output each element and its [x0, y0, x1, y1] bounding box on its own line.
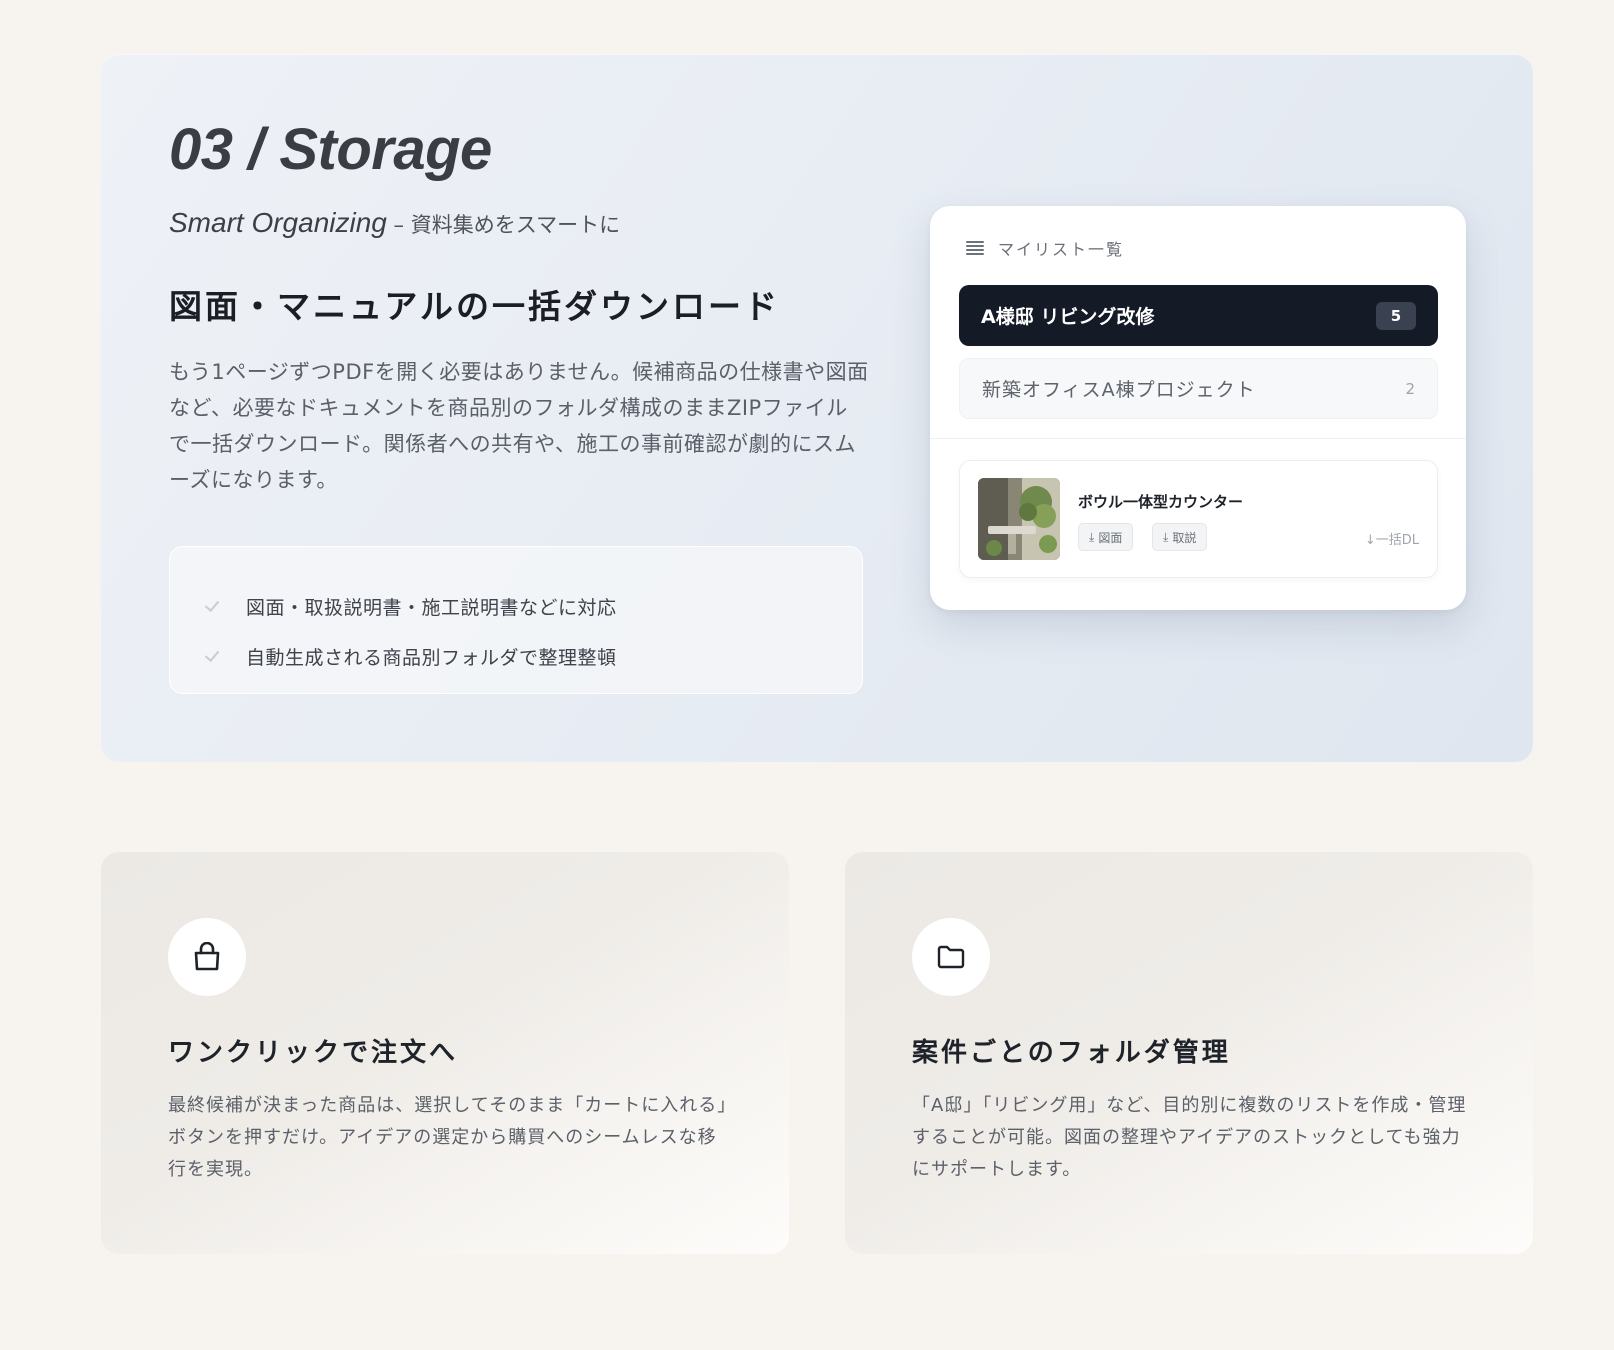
product-name: ボウル一体型カウンター [1078, 493, 1244, 511]
section-title: 03 / Storage [169, 117, 492, 182]
checklist-item: 自動生成される商品別フォルダで整理整頓 [204, 631, 862, 681]
download-manual-button[interactable]: ⤓ 取説 [1152, 523, 1208, 551]
mylist-item[interactable]: 新築オフィスA棟プロジェクト 2 [959, 358, 1438, 419]
divider [930, 438, 1466, 439]
feature-heading: 図面・マニュアルの一括ダウンロード [169, 287, 781, 326]
section-subtitle: Smart Organizing – 資料集めをスマートに [169, 206, 620, 239]
storage-hero-panel: 03 / Storage Smart Organizing – 資料集めをスマー… [101, 54, 1533, 762]
mylist-mock-card: マイリスト一覧 A様邸 リビング改修 5 新築オフィスA棟プロジェクト 2 ボウ… [930, 206, 1466, 610]
mylist-item-count-badge: 5 [1376, 301, 1416, 330]
check-icon [204, 647, 222, 665]
card-description: 最終候補が決まった商品は、選択してそのまま「カートに入れる」ボタンを押すだけ。ア… [168, 1095, 728, 1180]
checklist-item: 図面・取扱説明書・施工説明書などに対応 [204, 581, 862, 631]
subtitle-japanese: 資料集めをスマートに [410, 213, 621, 237]
folder-management-card: 案件ごとのフォルダ管理 「A邸」「リビング用」など、目的別に複数のリストを作成・… [845, 852, 1533, 1254]
download-icon: ⤓ [1089, 529, 1095, 544]
product-row: ボウル一体型カウンター ⤓ 図面 ⤓ 取説 ↓一括DL [959, 460, 1438, 578]
subtitle-separator: – [386, 213, 411, 237]
mylist-header: マイリスト一覧 [966, 236, 1124, 260]
bulk-download-link[interactable]: ↓一括DL [1365, 529, 1419, 548]
download-icon: ⤓ [1163, 529, 1169, 544]
mylist-item-label: 新築オフィスA棟プロジェクト [982, 379, 1256, 401]
check-icon [204, 597, 222, 615]
feature-checklist: 図面・取扱説明書・施工説明書などに対応 自動生成される商品別フォルダで整理整頓 [169, 546, 863, 694]
mylist-header-label: マイリスト一覧 [998, 240, 1125, 259]
mylist-item-active[interactable]: A様邸 リビング改修 5 [959, 285, 1438, 346]
tag-label: 図面 [1098, 530, 1123, 545]
card-description: 「A邸」「リビング用」など、目的別に複数のリストを作成・管理することが可能。図面… [912, 1095, 1467, 1180]
tag-label: 取説 [1172, 530, 1197, 545]
list-menu-icon[interactable] [966, 241, 984, 255]
feature-description: もう1ページずつPDFを開く必要はありません。候補商品の仕様書や図面など、必要な… [169, 360, 869, 492]
product-thumbnail[interactable] [978, 478, 1060, 560]
card-title: 案件ごとのフォルダ管理 [912, 1038, 1231, 1068]
one-click-order-card: ワンクリックで注文へ 最終候補が決まった商品は、選択してそのまま「カートに入れる… [101, 852, 789, 1254]
folder-icon [912, 918, 990, 996]
mylist-item-label: A様邸 リビング改修 [981, 306, 1155, 328]
subtitle-english: Smart Organizing [169, 207, 387, 238]
download-drawing-button[interactable]: ⤓ 図面 [1078, 523, 1134, 551]
mylist-item-count: 2 [1405, 379, 1415, 398]
checklist-item-label: 自動生成される商品別フォルダで整理整頓 [246, 646, 617, 669]
shopping-bag-icon [168, 918, 246, 996]
checklist-item-label: 図面・取扱説明書・施工説明書などに対応 [246, 596, 617, 619]
card-title: ワンクリックで注文へ [168, 1038, 459, 1068]
